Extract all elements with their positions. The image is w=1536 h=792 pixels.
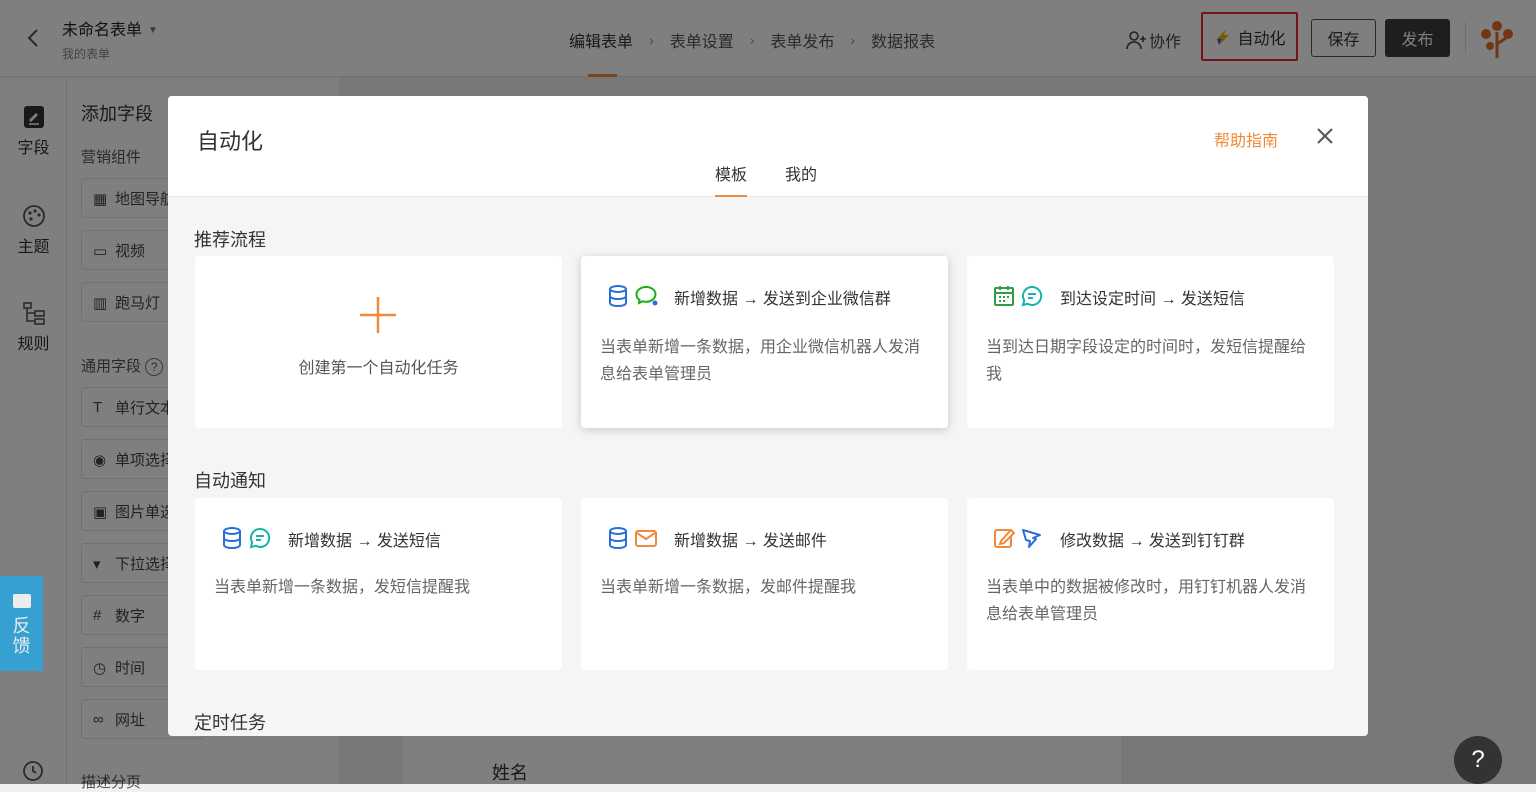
modal-title: 自动化: [197, 129, 264, 154]
wecom-icon: [635, 285, 658, 306]
feedback-button[interactable]: 反馈: [0, 576, 43, 671]
help-button[interactable]: ?: [1454, 736, 1502, 784]
calendar-icon: [994, 286, 1014, 306]
tab-templates[interactable]: 模板: [715, 161, 748, 197]
database-icon: [609, 285, 627, 308]
create-automation-label: 创建第一个自动化任务: [298, 360, 459, 377]
card-title: 新增数据 → 发送邮件: [674, 533, 827, 550]
card-title: 修改数据 → 发送到钉钉群: [1060, 533, 1245, 550]
template-card-edit-data-dingtalk[interactable]: 修改数据 → 发送到钉钉群 当表单中的数据被修改时，用钉钉机器人发消息给表单管理…: [967, 498, 1334, 670]
create-automation-card[interactable]: 创建第一个自动化任务: [195, 256, 562, 428]
message-icon: [12, 594, 31, 608]
card-description: 当表单新增一条数据，发短信提醒我: [214, 579, 471, 596]
card-title: 新增数据 → 发送短信: [288, 533, 441, 550]
automation-modal: 自动化 帮助指南 模板 我的 推荐流程 创建第一个自动化任务 新增数据 → 发送…: [168, 96, 1368, 736]
card-description: 当表单新增一条数据，用企业微信机器人发消息给表单管理员: [600, 339, 921, 383]
template-card-new-data-email[interactable]: 新增数据 → 发送邮件 当表单新增一条数据，发邮件提醒我: [581, 498, 948, 670]
template-card-wecom[interactable]: 新增数据 → 发送到企业微信群 当表单新增一条数据，用企业微信机器人发消息给表单…: [581, 256, 948, 428]
section-title-scheduled: 定时任务: [194, 713, 266, 733]
card-description: 当表单中的数据被修改时，用钉钉机器人发消息给表单管理员: [986, 579, 1307, 623]
card-title: 到达设定时间 → 发送短信: [1060, 291, 1245, 308]
section-title-notifications: 自动通知: [194, 471, 266, 491]
card-description: 当表单新增一条数据，发邮件提醒我: [600, 579, 857, 596]
sms-icon: [1021, 285, 1043, 307]
help-guide-link[interactable]: 帮助指南: [1214, 127, 1278, 151]
template-card-scheduled-sms[interactable]: 到达设定时间 → 发送短信 当到达日期字段设定的时间时，发短信提醒给我: [967, 256, 1334, 428]
tab-mine[interactable]: 我的: [785, 161, 817, 197]
edit-icon: [994, 528, 1015, 548]
close-icon[interactable]: [1315, 126, 1335, 146]
mail-icon: [635, 530, 657, 547]
plus-icon: [360, 297, 396, 333]
modal-tabs: 模板 我的: [715, 161, 855, 197]
database-icon: [223, 527, 241, 550]
template-card-new-data-sms[interactable]: 新增数据 → 发送短信 当表单新增一条数据，发短信提醒我: [195, 498, 562, 670]
card-title: 新增数据 → 发送到企业微信群: [674, 291, 891, 308]
dingtalk-icon: [1022, 529, 1041, 548]
database-icon: [609, 527, 627, 550]
card-description: 当到达日期字段设定的时间时，发短信提醒给我: [986, 339, 1307, 383]
section-title-recommended: 推荐流程: [194, 230, 266, 250]
sms-icon: [249, 527, 271, 549]
modal-header: 自动化 帮助指南 模板 我的: [168, 96, 1368, 197]
